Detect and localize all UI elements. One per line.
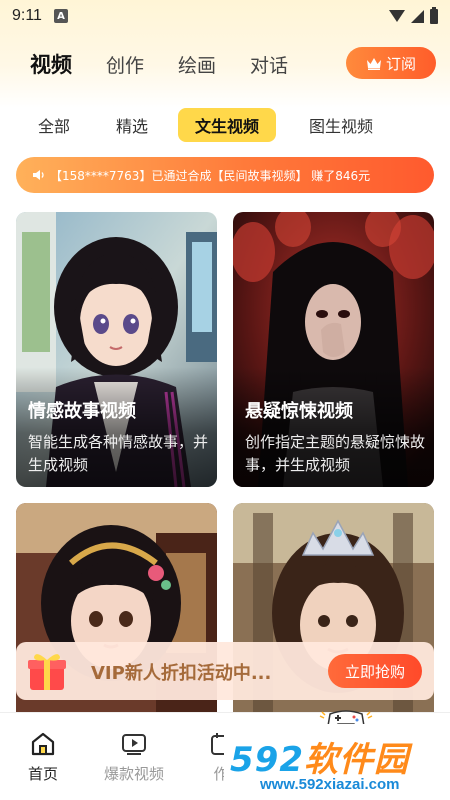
- watermark-url: www.592xiazai.com: [260, 776, 400, 793]
- nav-label: 爆款视频: [104, 765, 165, 783]
- status-icons: [389, 6, 438, 24]
- battery-icon: [430, 6, 438, 24]
- card-description: 创作指定主题的悬疑惊悚故事，并生成视频: [245, 433, 426, 474]
- card-emotional-story[interactable]: 情感故事视频 智能生成各种情感故事，并生成视频: [16, 212, 217, 487]
- watermark-logo-text: 软件园: [303, 740, 409, 780]
- status-bar: 9:11 A: [0, 0, 450, 32]
- tab-paint[interactable]: 绘画: [178, 51, 216, 78]
- buy-now-label: 立即抢购: [344, 662, 405, 681]
- subtab-label: 图生视频: [308, 117, 373, 136]
- video-play-icon: [121, 731, 147, 757]
- tab-label: 创作: [106, 54, 145, 77]
- subtab-image-to-video[interactable]: 图生视频: [294, 108, 388, 142]
- watermark-logo-number: 592: [230, 740, 304, 780]
- subtab-label: 文生视频: [194, 117, 259, 136]
- signal-icon: [411, 9, 424, 23]
- announcement-text: 【158****7763】已通过合成【民间故事视频】 赚了846元: [50, 168, 371, 183]
- subtab-label: 全部: [37, 117, 70, 136]
- sub-tabs: 全部 精选 文生视频 图生视频: [0, 108, 450, 144]
- tab-video[interactable]: 视频: [30, 49, 74, 85]
- tab-create[interactable]: 创作: [106, 51, 144, 78]
- vip-promo-banner[interactable]: VIP新人折扣活动中... 立即抢购: [16, 642, 434, 700]
- nav-hot-videos[interactable]: 爆款视频: [104, 731, 164, 784]
- notification-a-icon: A: [53, 9, 68, 23]
- announcement-bar[interactable]: 【158****7763】已通过合成【民间故事视频】 赚了846元: [16, 157, 434, 193]
- subtab-text-to-video[interactable]: 文生视频: [178, 108, 276, 142]
- subscribe-button[interactable]: 订阅: [346, 47, 436, 79]
- speaker-icon: [32, 169, 46, 181]
- subtab-label: 精选: [115, 117, 148, 136]
- nav-home[interactable]: 首页: [28, 731, 58, 784]
- tab-label: 绘画: [178, 54, 217, 77]
- tab-chat[interactable]: 对话: [250, 51, 288, 78]
- gift-icon: [26, 648, 68, 692]
- card-title: 悬疑惊悚视频: [245, 401, 353, 422]
- home-icon: [30, 731, 56, 757]
- tab-label: 视频: [30, 53, 72, 77]
- status-time: 9:11: [12, 7, 42, 24]
- wifi-icon: [389, 10, 405, 22]
- watermark-logo: 592软件园: [230, 732, 409, 781]
- crown-icon: [366, 57, 382, 70]
- card-description: 智能生成各种情感故事，并生成视频: [28, 433, 209, 474]
- site-watermark: 592软件园 www.592xiazai.com: [224, 724, 450, 800]
- vip-promo-text: VIP新人折扣活动中...: [91, 663, 272, 684]
- subtab-all[interactable]: 全部: [22, 108, 86, 142]
- tab-label: 对话: [250, 54, 289, 77]
- subtab-featured[interactable]: 精选: [102, 108, 162, 142]
- subscribe-label: 订阅: [385, 54, 416, 73]
- buy-now-button[interactable]: 立即抢购: [328, 654, 422, 688]
- card-title: 情感故事视频: [28, 401, 136, 422]
- nav-label: 首页: [28, 765, 59, 783]
- card-suspense-thriller[interactable]: 悬疑惊悚视频 创作指定主题的悬疑惊悚故事，并生成视频: [233, 212, 434, 487]
